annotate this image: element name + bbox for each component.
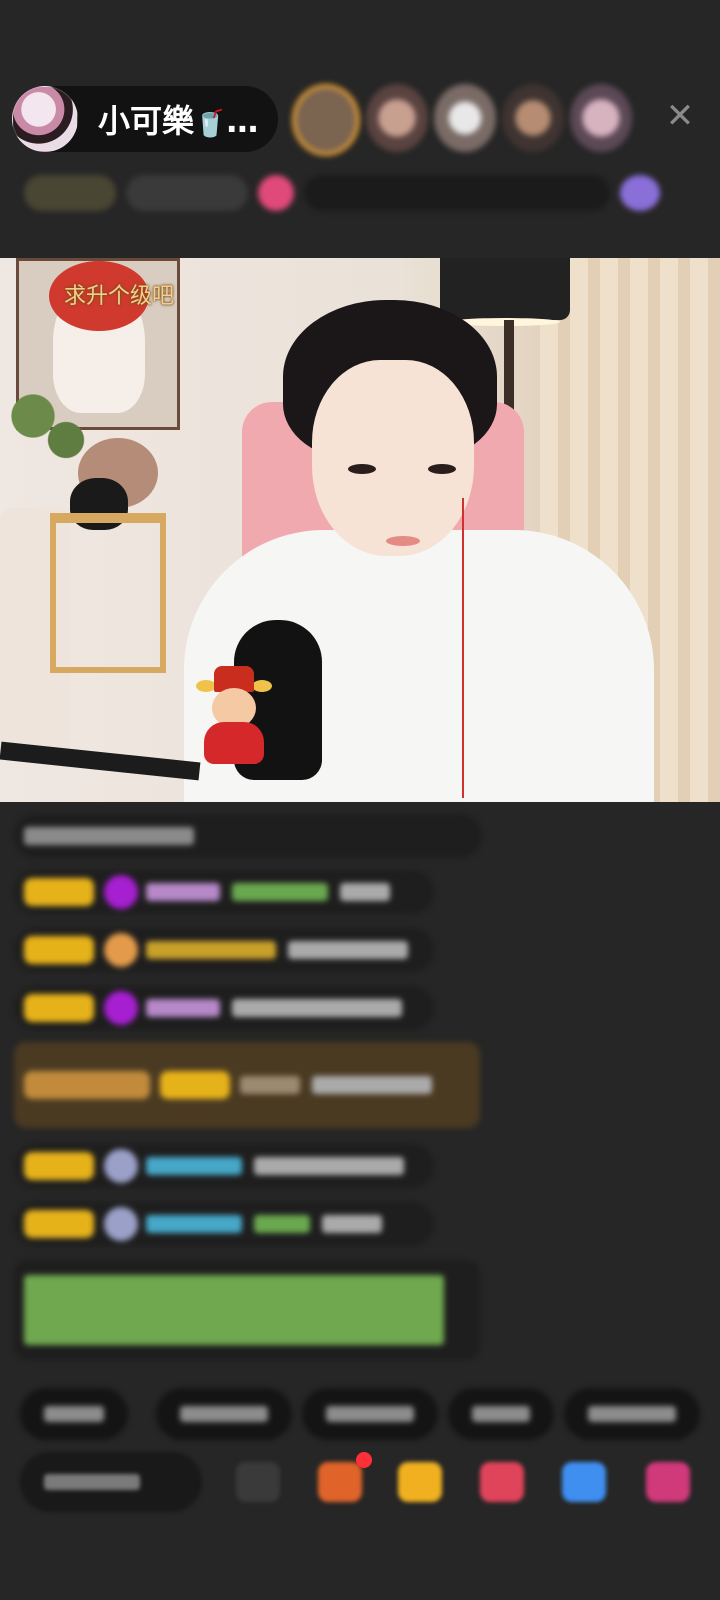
chat-message — [14, 928, 434, 972]
chat-message — [14, 986, 434, 1030]
more-options-icon[interactable] — [236, 1462, 280, 1502]
gift-box-icon[interactable] — [318, 1462, 362, 1502]
gift-icon[interactable] — [480, 1462, 524, 1502]
video-streamer-face — [312, 360, 474, 556]
live-video[interactable]: 求升个级吧 — [0, 258, 720, 802]
announcement-banner[interactable] — [304, 175, 610, 211]
close-icon[interactable]: ✕ — [664, 99, 696, 133]
chat-input[interactable] — [20, 1452, 202, 1512]
rank-chip[interactable] — [24, 175, 116, 211]
viewer-avatar[interactable] — [570, 84, 632, 152]
chat-message — [14, 870, 434, 914]
host-name: 小可樂🥤… — [98, 96, 258, 142]
host-name-ellipsis: … — [226, 102, 259, 140]
quick-reply-chip[interactable] — [302, 1388, 438, 1440]
bottom-toolbar — [0, 1452, 720, 1526]
chat-message — [14, 814, 482, 858]
video-scene-lamp — [440, 258, 570, 326]
quick-reply-chip[interactable] — [564, 1388, 700, 1440]
quick-reply-chip[interactable] — [448, 1388, 554, 1440]
viewer-avatar[interactable] — [502, 84, 564, 152]
viewer-avatar[interactable] — [366, 84, 428, 152]
event-icon[interactable] — [620, 175, 660, 211]
video-mic-arm — [0, 741, 201, 781]
video-streamer-eye — [428, 464, 456, 474]
host-info-pill[interactable]: 小可樂🥤… — [12, 86, 278, 152]
activity-icon[interactable] — [258, 175, 294, 211]
viewer-avatar[interactable] — [292, 84, 360, 156]
video-streamer-eye — [348, 464, 376, 474]
chat-message — [14, 1202, 434, 1246]
fortune-god-sticker-icon[interactable] — [196, 666, 272, 766]
video-scene-shelf — [50, 513, 166, 673]
quick-reply-chip[interactable] — [156, 1388, 292, 1440]
shop-icon[interactable] — [646, 1462, 690, 1502]
treasure-icon[interactable] — [398, 1462, 442, 1502]
popularity-chip[interactable] — [126, 175, 248, 211]
game-icon[interactable] — [562, 1462, 606, 1502]
system-notice-message — [14, 1260, 480, 1360]
video-streamer-lips — [386, 536, 420, 546]
chat-message — [14, 1144, 434, 1188]
video-earphone-cable — [462, 498, 464, 798]
chat-message-highlighted — [14, 1042, 480, 1128]
viewer-avatar[interactable] — [434, 84, 496, 152]
video-overlay-text: 求升个级吧 — [64, 284, 175, 309]
top-viewers-list — [292, 84, 632, 156]
host-name-text: 小可樂 — [98, 102, 195, 140]
host-avatar[interactable] — [12, 86, 78, 152]
quick-reply-row — [20, 1388, 720, 1440]
drink-cup-icon: 🥤 — [194, 109, 227, 139]
stream-info-bar — [24, 166, 700, 220]
quick-reply-chip[interactable] — [20, 1388, 128, 1440]
notification-dot — [356, 1452, 372, 1468]
